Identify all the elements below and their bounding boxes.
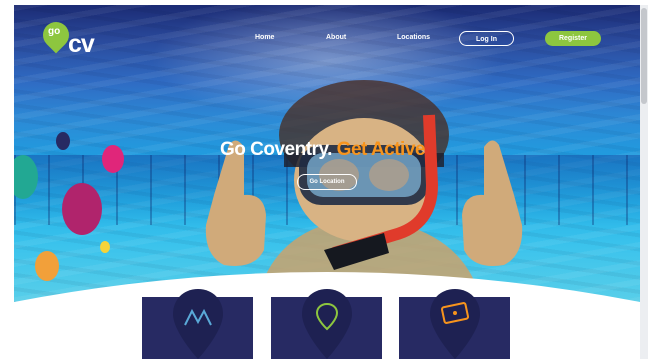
location-pin-icon	[302, 289, 352, 359]
logo-go-text: go	[48, 26, 61, 37]
nav-home[interactable]: Home	[255, 34, 274, 41]
balloon-pink	[102, 145, 124, 173]
logo-cv-text: cv	[68, 30, 95, 58]
balloon-magenta	[62, 183, 102, 235]
ticket-icon	[430, 289, 480, 359]
headline-white: Go Coventry.	[220, 139, 332, 160]
nav-about[interactable]: About	[326, 34, 346, 41]
hero-banner: go cv Home About Locations Log In Regist…	[14, 5, 640, 305]
page: go cv Home About Locations Log In Regist…	[0, 0, 648, 359]
register-button[interactable]: Register	[545, 31, 601, 46]
balloon-navy	[56, 132, 70, 150]
feature-card-activities[interactable]	[142, 289, 253, 359]
balloon-yellow	[100, 241, 110, 253]
mountain-icon	[173, 289, 223, 359]
scrollbar-thumb[interactable]	[641, 8, 647, 104]
feature-card-offers[interactable]	[399, 289, 510, 359]
go-location-button[interactable]: Go Location	[297, 174, 357, 190]
hero-headline: Go Coventry. Get Active	[220, 139, 450, 161]
login-button[interactable]: Log In	[459, 31, 514, 46]
nav-locations[interactable]: Locations	[397, 34, 430, 41]
gocv-logo[interactable]: go cv	[37, 16, 105, 62]
feature-card-locations[interactable]	[271, 289, 382, 359]
headline-orange: Get Active	[336, 139, 426, 160]
